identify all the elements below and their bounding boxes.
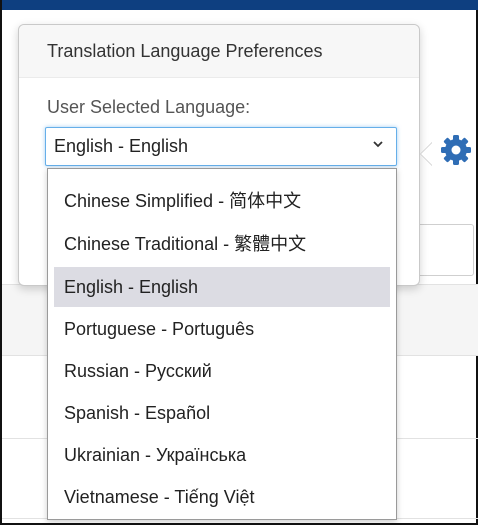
language-select[interactable]: English - English [45, 127, 397, 166]
language-option[interactable]: Spanish - Español [54, 393, 390, 433]
language-option[interactable]: Chinese Simplified - 简体中文 [54, 181, 390, 221]
language-option[interactable]: Russian - Русский [54, 351, 390, 391]
language-option[interactable]: Ukrainian - Українська [54, 435, 390, 475]
language-select-value: English - English [54, 136, 189, 156]
language-option[interactable]: Vietnamese - Tiếng Việt [54, 477, 390, 517]
popover-arrow-inner [421, 143, 432, 165]
chevron-down-icon [372, 137, 384, 153]
gear-icon[interactable] [440, 134, 472, 166]
language-option-selected[interactable]: English - English [54, 267, 390, 307]
language-option[interactable]: Portuguese - Português [54, 309, 390, 349]
language-option[interactable]: Chinese Traditional - 繁體中文 [54, 224, 390, 264]
top-bar [2, 0, 478, 10]
window-frame: Translation Language Preferences User Se… [0, 0, 478, 525]
language-field-label: User Selected Language: [47, 97, 251, 117]
language-dropdown-list: Chinese Simplified - 简体中文 Chinese Tradit… [47, 168, 397, 520]
popover-title: Translation Language Preferences [19, 25, 419, 78]
